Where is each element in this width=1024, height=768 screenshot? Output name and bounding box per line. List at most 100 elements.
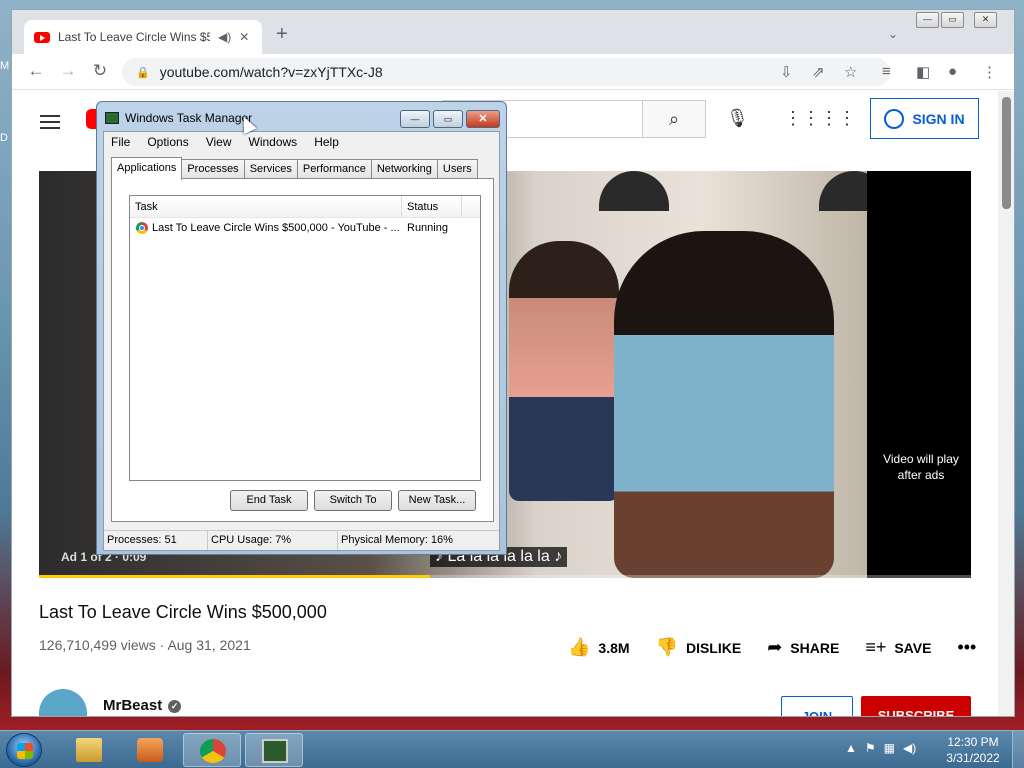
share-button[interactable]: ➦ SHARE — [767, 637, 839, 658]
column-task[interactable]: Task — [130, 196, 402, 217]
tab-title: Last To Leave Circle Wins $50 — [58, 30, 210, 44]
clock-date: 3/31/2022 — [946, 751, 1000, 765]
bookmark-star-icon[interactable]: ☆ — [844, 63, 857, 81]
share-label: SHARE — [790, 639, 840, 656]
thumbs-down-icon: 👎 — [655, 637, 678, 657]
profile-icon[interactable]: ● — [948, 63, 957, 80]
apps-grid-icon[interactable]: ⋮⋮⋮ — [784, 108, 838, 129]
system-clock[interactable]: 12:30 PM 3/31/2022 — [938, 734, 1008, 766]
media-control-icon[interactable]: ≡ — [882, 63, 891, 80]
tm-tab-bar: Applications Processes Services Performa… — [111, 157, 478, 180]
applications-panel: Task Status Last To Leave Circle Wins $5… — [111, 178, 494, 522]
new-tab-button[interactable]: + — [276, 24, 288, 44]
column-status[interactable]: Status — [402, 196, 462, 217]
taskbar-media-player[interactable] — [121, 733, 179, 767]
status-memory: Physical Memory: 16% — [341, 534, 453, 546]
lock-icon[interactable]: 🔒 — [136, 66, 150, 79]
task-list[interactable]: Task Status Last To Leave Circle Wins $5… — [129, 195, 481, 481]
tm-status-bar: Processes: 51 CPU Usage: 7% Physical Mem… — [104, 530, 499, 550]
tab-users[interactable]: Users — [436, 159, 478, 179]
menu-file[interactable]: File — [111, 135, 130, 149]
tab-processes[interactable]: Processes — [181, 159, 245, 179]
windows-logo-icon — [17, 743, 33, 759]
menu-help[interactable]: Help — [314, 135, 339, 149]
dislike-button[interactable]: 👎 DISLIKE — [656, 637, 742, 658]
browser-tab-youtube[interactable]: Last To Leave Circle Wins $50 ◀) ✕ — [24, 20, 262, 54]
video-meta: 126,710,499 views · Aug 31, 2021 — [39, 637, 251, 653]
tab-applications[interactable]: Applications — [111, 157, 183, 180]
search-button[interactable]: ⌕ — [642, 100, 706, 138]
address-bar[interactable]: 🔒 youtube.com/watch?v=zxYjTTXc-J8 — [122, 58, 890, 86]
action-center-icon[interactable]: ⚑ — [865, 741, 876, 755]
tab-services[interactable]: Services — [243, 159, 298, 179]
chrome-icon — [136, 222, 148, 234]
scrollbar-thumb[interactable] — [1002, 97, 1011, 209]
channel-avatar[interactable] — [39, 689, 87, 716]
hamburger-menu-icon[interactable] — [40, 111, 60, 133]
youtube-favicon-icon — [34, 31, 50, 43]
tray-expand-icon[interactable]: ▲ — [845, 741, 857, 755]
menu-options[interactable]: Options — [147, 135, 188, 149]
task-manager-body: File Options View Windows Help Applicati… — [103, 131, 500, 551]
ad-progress-bar[interactable] — [39, 575, 971, 578]
menu-view[interactable]: View — [206, 135, 232, 149]
speaker-icon[interactable]: ◀) — [218, 30, 231, 44]
tab-search-chevron-icon[interactable]: ⌄ — [888, 27, 898, 41]
tab-performance[interactable]: Performance — [296, 159, 372, 179]
share-page-icon[interactable]: ⇗ — [812, 63, 825, 81]
task-status: Running — [407, 222, 448, 234]
like-button[interactable]: 👍 3.8M — [568, 637, 630, 658]
subscribe-button[interactable]: SUBSCRIBE — [861, 696, 971, 716]
more-actions-button[interactable]: ••• — [957, 637, 976, 658]
install-icon[interactable]: ⇩ — [780, 63, 793, 81]
network-icon[interactable]: ▦ — [884, 741, 895, 755]
channel-name[interactable]: MrBeast ✓ — [103, 697, 182, 714]
toolbar: ← → ↻ 🔒 youtube.com/watch?v=zxYjTTXc-J8 … — [12, 54, 1014, 90]
switch-to-button[interactable]: Switch To — [314, 490, 392, 511]
thumbs-up-icon: 👍 — [568, 637, 591, 657]
maximize-button[interactable]: ▭ — [941, 12, 964, 28]
task-manager-titlebar[interactable]: Windows Task Manager — [105, 111, 252, 125]
sign-in-label: SIGN IN — [912, 110, 965, 127]
tm-minimize-button[interactable]: — — [400, 110, 430, 128]
join-button[interactable]: JOIN — [781, 696, 853, 716]
browser-menu-icon[interactable]: ⋮ — [982, 63, 997, 81]
folder-icon — [76, 738, 102, 762]
tab-close-icon[interactable]: ✕ — [239, 30, 249, 44]
chrome-taskbar-icon — [200, 739, 226, 763]
tm-maximize-button[interactable]: ▭ — [433, 110, 463, 128]
taskbar-task-manager[interactable] — [245, 733, 303, 767]
task-manager-app-icon — [105, 112, 119, 124]
settings-more-icon[interactable]: ⋮ — [838, 108, 856, 129]
back-button[interactable]: ← — [25, 61, 47, 81]
menu-windows[interactable]: Windows — [249, 135, 298, 149]
tab-networking[interactable]: Networking — [370, 159, 438, 179]
view-count: 126,710,499 views — [39, 637, 156, 653]
forward-button[interactable]: → — [57, 61, 79, 81]
table-row[interactable]: Last To Leave Circle Wins $500,000 - You… — [130, 218, 480, 238]
page-scrollbar[interactable] — [998, 91, 1014, 716]
side-panel-icon[interactable]: ◧ — [916, 63, 930, 81]
taskbar-explorer[interactable] — [60, 733, 118, 767]
close-button[interactable]: ✕ — [974, 12, 997, 28]
show-desktop-button[interactable] — [1012, 731, 1024, 768]
minimize-button[interactable]: — — [916, 12, 939, 28]
volume-icon[interactable]: ◀) — [903, 741, 916, 755]
end-task-button[interactable]: End Task — [230, 490, 308, 511]
task-manager-window[interactable]: Windows Task Manager — ▭ ✕ File Options … — [96, 101, 507, 555]
new-task-button[interactable]: New Task... — [398, 490, 476, 511]
tm-close-button[interactable]: ✕ — [466, 110, 500, 128]
save-button[interactable]: ≡+ SAVE — [865, 637, 931, 658]
start-button[interactable] — [6, 733, 42, 767]
taskbar-chrome[interactable] — [183, 733, 241, 767]
microphone-icon[interactable]: 🎙 — [726, 108, 749, 129]
sign-in-button[interactable]: SIGN IN — [870, 98, 979, 139]
more-horizontal-icon: ••• — [957, 637, 977, 657]
task-list-header: Task Status — [130, 196, 480, 218]
task-manager-title: Windows Task Manager — [125, 111, 253, 125]
task-cell: Last To Leave Circle Wins $500,000 - You… — [130, 222, 402, 234]
reload-button[interactable]: ↻ — [89, 61, 111, 81]
taskbar: ▲ ⚑ ▦ ◀) 12:30 PM 3/31/2022 — [0, 730, 1024, 768]
meta-separator: · — [155, 637, 168, 653]
dislike-label: DISLIKE — [685, 639, 742, 656]
